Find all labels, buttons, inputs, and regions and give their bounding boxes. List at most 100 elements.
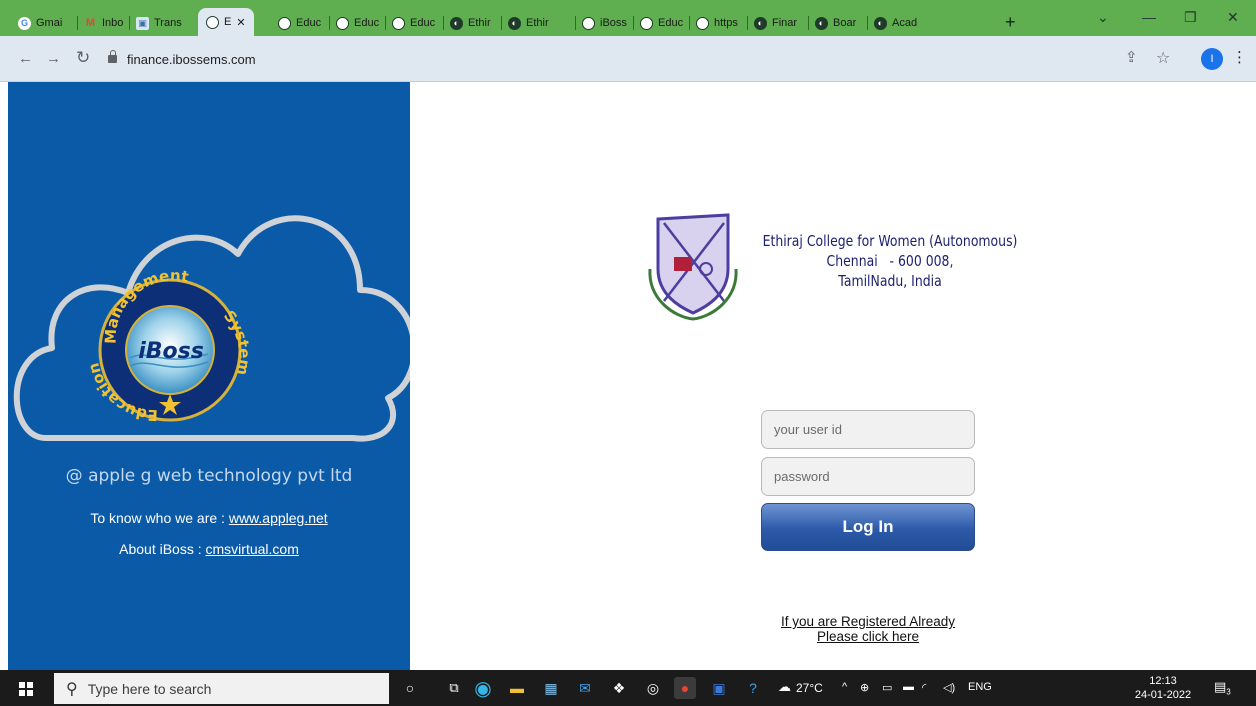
registered-line1[interactable]: If you are Registered Already [743, 614, 993, 629]
gmail-icon: M [85, 17, 96, 29]
browser-tab-label: Gmai [36, 17, 63, 29]
circle-icon [278, 16, 291, 30]
forward-arrow-icon[interactable]: → [46, 50, 61, 67]
cmsvirtual-link[interactable]: cmsvirtual.com [206, 541, 299, 557]
about-prefix: About iBoss : [119, 541, 206, 557]
browser-tab[interactable]: ◐ Ethir [508, 13, 549, 33]
store-icon[interactable]: ▦ [540, 677, 562, 699]
about-line: About iBoss : cmsvirtual.com [8, 541, 410, 557]
weather-cloud-icon[interactable]: ☁ [778, 679, 791, 695]
browser-tab[interactable]: G Gmai [18, 13, 62, 33]
lock-icon [108, 50, 117, 63]
know-prefix: To know who we are : [90, 510, 229, 526]
chrome-icon[interactable]: ● [674, 677, 696, 699]
battery-icon[interactable]: ▬ [903, 681, 914, 693]
browser-tab[interactable]: ◐ Boar [815, 13, 856, 33]
word-icon[interactable]: ▣ [708, 677, 730, 699]
circle-icon [392, 16, 405, 30]
tray-app-icon[interactable]: ⊕ [860, 681, 869, 694]
browser-tab[interactable]: ▣ Trans [136, 13, 182, 33]
browser-tab-label: Educ [410, 17, 436, 29]
menu-kebab-icon[interactable]: ⋮ [1232, 48, 1247, 66]
college-name: Ethiraj College for Women (Autonomous) [762, 232, 1018, 250]
cortana-icon[interactable]: ○ [399, 677, 421, 699]
app-circle-icon[interactable]: ◎ [642, 677, 664, 699]
back-arrow-icon[interactable]: ← [18, 50, 33, 67]
notification-icon[interactable]: ▤3 [1214, 679, 1231, 697]
windows-start-icon[interactable] [19, 682, 33, 696]
mail-icon[interactable]: ✉ [574, 677, 596, 699]
login-button-label: Log In [842, 517, 894, 536]
browser-tab[interactable]: Educ [336, 13, 379, 33]
globe-icon: ◐ [450, 16, 463, 30]
globe-icon: ◐ [508, 16, 521, 30]
browser-tab[interactable]: Educ [278, 13, 321, 33]
volume-icon[interactable]: ◁) [943, 681, 955, 694]
profile-initial: I [1210, 53, 1214, 65]
taskbar-search-box[interactable]: ⚲ Type here to search [54, 673, 389, 704]
login-button[interactable]: Log In [761, 503, 975, 551]
browser-tab[interactable]: ◐ Acad [874, 13, 917, 33]
tab-separator [689, 16, 690, 30]
tab-separator [501, 16, 502, 30]
registered-line2[interactable]: Please click here [743, 629, 993, 644]
browser-tab-label: Educ [658, 17, 684, 29]
language-indicator[interactable]: ENG [968, 681, 992, 693]
browser-tab[interactable]: M Inbo [84, 13, 124, 33]
tray-chevron-icon[interactable]: ^ [842, 681, 847, 693]
close-window-icon[interactable]: ✕ [1227, 9, 1239, 26]
globe-icon: ◐ [815, 16, 828, 30]
tab-separator [575, 16, 576, 30]
clock-time: 12:13 [1149, 675, 1177, 687]
profile-avatar[interactable]: I [1201, 48, 1223, 70]
company-brand: @ apple g web technology pvt ltd [65, 466, 353, 486]
browser-tab-strip: G Gmai M Inbo ▣ Trans E ✕ Educ Educ Educ ◐ Ethir ◐ Eth… [0, 0, 1256, 36]
badge-center-text: iBoss [138, 339, 204, 364]
browser-tab-label: iBoss [600, 17, 627, 29]
windows-taskbar: ⚲ Type here to search ○ ⧉ ◉ ▬ ▦ ✉ ❖ ◎ ● … [0, 670, 1256, 706]
tab-separator [443, 16, 444, 30]
close-tab-icon[interactable]: ✕ [236, 16, 245, 29]
browser-tab[interactable]: ◐ Ethir [450, 13, 491, 33]
tray-display-icon[interactable]: ▭ [882, 681, 892, 694]
tab-separator [129, 16, 130, 30]
user-id-input[interactable] [761, 410, 975, 449]
tab-search-icon[interactable]: ⌄ [1097, 9, 1109, 26]
taskbar-clock[interactable]: 12:13 24-01-2022 [1121, 674, 1205, 702]
url-text[interactable]: finance.ibossems.com [127, 52, 256, 67]
temperature[interactable]: 27°C [796, 681, 823, 695]
registered-link[interactable]: If you are Registered Already Please cli… [743, 614, 993, 644]
file-explorer-icon[interactable]: ▬ [506, 677, 528, 699]
share-icon[interactable]: ⇪ [1125, 48, 1138, 66]
task-view-icon[interactable]: ⧉ [443, 677, 465, 699]
circle-icon [696, 16, 709, 30]
circle-icon [206, 15, 219, 29]
globe-icon: ◐ [754, 16, 767, 30]
college-city: Chennai - 600 008, [826, 252, 954, 270]
circle-icon [640, 16, 653, 30]
browser-tab[interactable]: iBoss [582, 13, 627, 33]
browser-tab[interactable]: https [696, 13, 738, 33]
address-bar[interactable]: finance.ibossems.com [108, 46, 1108, 72]
browser-tab[interactable]: ◐ Finar [754, 13, 797, 33]
browser-tab[interactable]: Educ [392, 13, 435, 33]
bookmark-star-icon[interactable]: ☆ [1156, 48, 1170, 68]
help-icon[interactable]: ? [742, 677, 764, 699]
tab-separator [633, 16, 634, 30]
browser-tab-label: Acad [892, 17, 918, 29]
browser-tab[interactable]: Educ [640, 13, 683, 33]
browser-tab[interactable]: E ✕ [198, 8, 254, 36]
password-input[interactable] [761, 457, 975, 496]
minimize-icon[interactable]: — [1142, 9, 1156, 25]
wifi-icon[interactable]: ◜ [922, 681, 926, 694]
browser-tab-label: Educ [354, 17, 380, 29]
edge-icon[interactable]: ◉ [472, 677, 494, 700]
circle-icon [582, 16, 595, 30]
reload-icon[interactable]: ↻ [76, 48, 90, 68]
new-tab-button[interactable]: + [1005, 12, 1016, 33]
circle-icon [336, 16, 349, 30]
cloud-outline-icon: Management Education System iBoss [13, 215, 418, 442]
dropbox-icon[interactable]: ❖ [608, 677, 630, 699]
appleg-link[interactable]: www.appleg.net [229, 510, 328, 526]
restore-icon[interactable]: ❐ [1184, 9, 1197, 26]
